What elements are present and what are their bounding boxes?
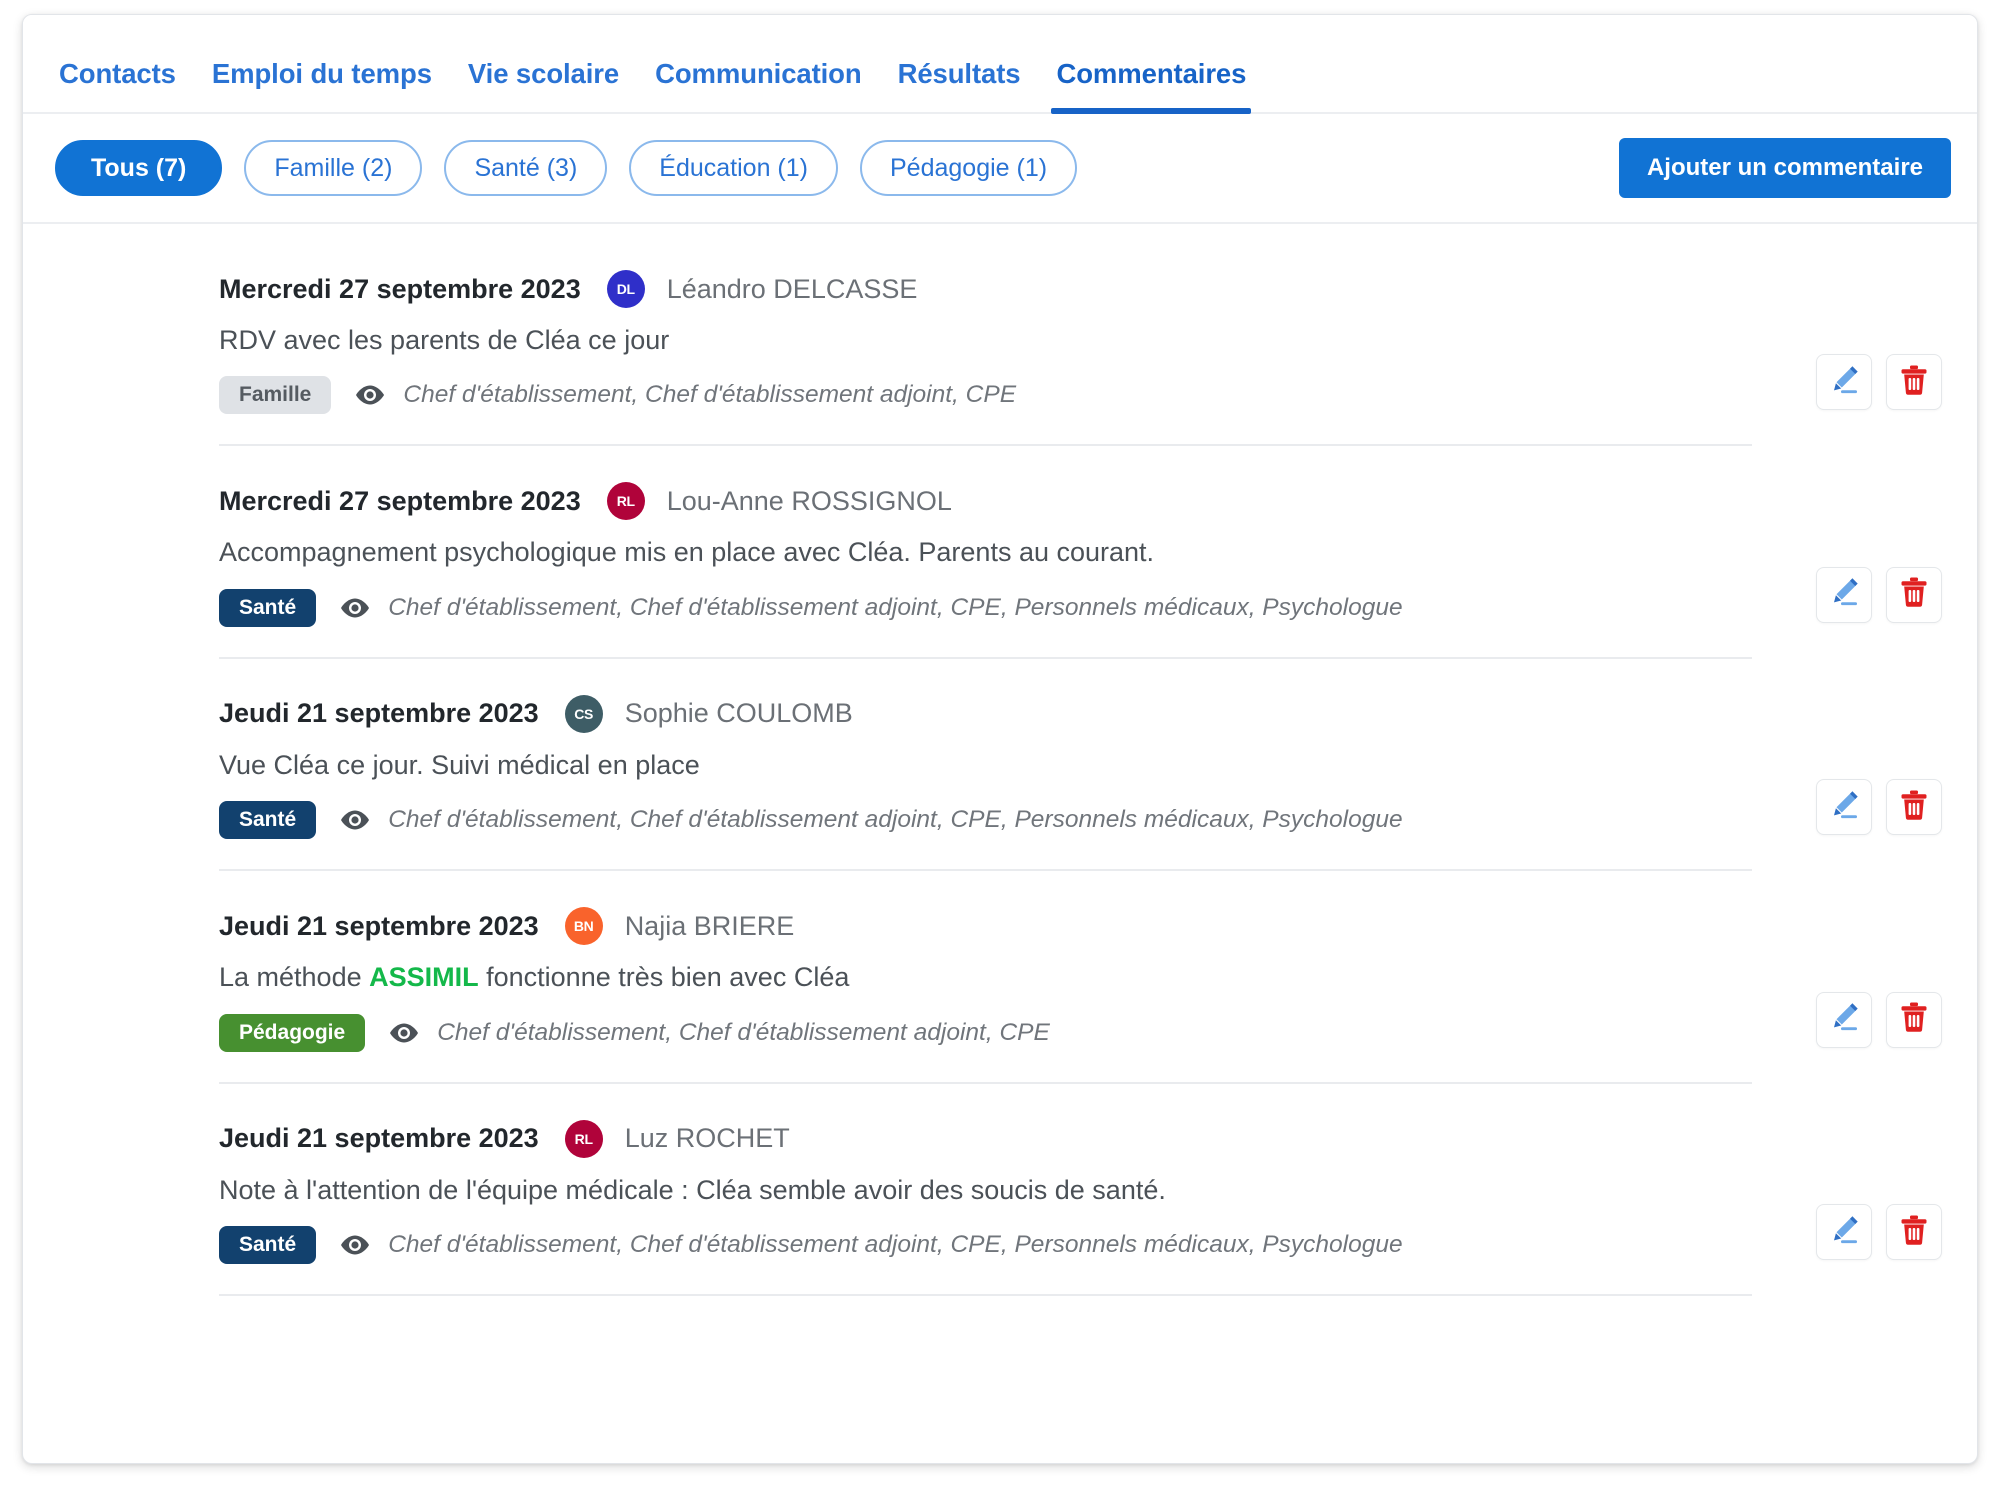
comment-header: Jeudi 21 septembre 2023 BN Najia BRIERE bbox=[219, 907, 1752, 946]
category-badge: Famille bbox=[219, 376, 332, 415]
filter-chip-famille[interactable]: Famille (2) bbox=[244, 140, 423, 196]
comment-meta: Santé Chef d'établissement, Chef d'établi… bbox=[219, 1226, 1752, 1265]
comment-author: Najia BRIERE bbox=[624, 910, 795, 941]
delete-comment-button[interactable] bbox=[1886, 779, 1942, 836]
nav-tab-contacts[interactable]: Contacts bbox=[41, 58, 194, 112]
add-comment-button[interactable]: Ajouter un commentaire bbox=[1618, 138, 1951, 198]
comment-body: Vue Cléa ce jour. Suivi médical en place bbox=[219, 749, 700, 780]
pencil-icon bbox=[1828, 364, 1860, 401]
comment-header: Jeudi 21 septembre 2023 CS Sophie COULOMB bbox=[219, 694, 1752, 733]
trash-icon bbox=[1899, 364, 1929, 401]
category-badge: Pédagogie bbox=[219, 1013, 366, 1052]
comment-body: La méthode ASSIMIL fonctionne très bien … bbox=[219, 959, 1752, 995]
delete-comment-button[interactable] bbox=[1886, 1204, 1942, 1261]
comment-meta: Pédagogie Chef d'établissement, Chef d'ét… bbox=[219, 1013, 1752, 1052]
filter-chip-éducation[interactable]: Éducation (1) bbox=[629, 140, 838, 196]
comment-item: Jeudi 21 septembre 2023 CS Sophie COULOMB V… bbox=[219, 659, 1942, 872]
delete-comment-button[interactable] bbox=[1886, 991, 1942, 1048]
comment-item: Jeudi 21 septembre 2023 BN Najia BRIERE La … bbox=[219, 871, 1942, 1084]
comment-header: Mercredi 27 septembre 2023 RL Lou-Anne ROS… bbox=[219, 482, 1752, 521]
comment-header: Mercredi 27 septembre 2023 DL Léandro DELC… bbox=[219, 270, 1752, 308]
comment-item: Mercredi 27 septembre 2023 DL Léandro DELC… bbox=[219, 224, 1942, 447]
eye-icon bbox=[389, 1022, 419, 1044]
category-badge: Santé bbox=[219, 588, 317, 627]
avatar: BN bbox=[564, 907, 603, 946]
nav-tab-r-sultats[interactable]: Résultats bbox=[880, 58, 1039, 112]
comment-item: Jeudi 21 septembre 2023 RL Luz ROCHET Note … bbox=[219, 1084, 1942, 1297]
trash-icon bbox=[1899, 1214, 1929, 1251]
comment-body: Note à l'attention de l'équipe médicale … bbox=[219, 1174, 1166, 1205]
comment-date: Mercredi 27 septembre 2023 bbox=[219, 485, 581, 516]
edit-comment-button[interactable] bbox=[1816, 991, 1872, 1048]
delete-comment-button[interactable] bbox=[1886, 354, 1942, 411]
comment-date: Jeudi 21 septembre 2023 bbox=[219, 910, 539, 941]
avatar: RL bbox=[606, 482, 645, 521]
edit-comment-button[interactable] bbox=[1816, 354, 1872, 411]
trash-icon bbox=[1899, 789, 1929, 826]
comment-body-after: fonctionne très bien avec Cléa bbox=[478, 962, 850, 993]
filter-toolbar: Tous (7) Famille (2) Santé (3) Éducation (1… bbox=[23, 114, 1977, 224]
comment-actions bbox=[1816, 1204, 1942, 1261]
comment-actions bbox=[1816, 566, 1942, 623]
comment-date: Mercredi 27 septembre 2023 bbox=[219, 273, 581, 304]
avatar: CS bbox=[564, 694, 603, 733]
comment-actions bbox=[1816, 354, 1942, 411]
edit-comment-button[interactable] bbox=[1816, 566, 1872, 623]
delete-comment-button[interactable] bbox=[1886, 566, 1942, 623]
comment-actions bbox=[1816, 779, 1942, 836]
comments-list: Mercredi 27 septembre 2023 DL Léandro DELC… bbox=[23, 224, 1977, 1297]
category-filter-chips: Tous (7) Famille (2) Santé (3) Éducation (1… bbox=[55, 140, 1619, 196]
filter-chip-santé[interactable]: Santé (3) bbox=[444, 140, 608, 196]
comment-body-highlight: ASSIMIL bbox=[369, 962, 479, 993]
pencil-icon bbox=[1828, 1214, 1860, 1251]
comment-author: Léandro DELCASSE bbox=[666, 273, 918, 304]
comment-body-before: La méthode bbox=[219, 962, 370, 993]
comment-meta: Santé Chef d'établissement, Chef d'établi… bbox=[219, 588, 1752, 627]
nav-tab-emploi-du-temps[interactable]: Emploi du temps bbox=[194, 58, 450, 112]
category-badge: Santé bbox=[219, 1226, 317, 1265]
comment-body: RDV avec les parents de Cléa ce jour bbox=[219, 325, 670, 355]
avatar: RL bbox=[564, 1119, 603, 1158]
eye-icon bbox=[340, 1234, 370, 1256]
comments-panel: Contacts Emploi du temps Vie scolaire Commu… bbox=[22, 14, 1978, 1464]
nav-tab-communication[interactable]: Communication bbox=[637, 58, 879, 112]
comment-author: Luz ROCHET bbox=[624, 1123, 790, 1154]
comment-visibility-list: Chef d'établissement, Chef d'établisseme… bbox=[403, 381, 1017, 409]
filter-chip-tous[interactable]: Tous (7) bbox=[55, 140, 223, 196]
comment-body: Accompagnement psychologique mis en plac… bbox=[219, 537, 1155, 568]
comment-visibility-list: Chef d'établissement, Chef d'établisseme… bbox=[388, 593, 1403, 621]
eye-icon bbox=[340, 597, 370, 619]
comment-meta: Famille Chef d'établissement, Chef d'étab… bbox=[219, 376, 1752, 415]
comment-author: Lou-Anne ROSSIGNOL bbox=[666, 485, 952, 516]
comment-visibility-list: Chef d'établissement, Chef d'établisseme… bbox=[388, 1231, 1403, 1259]
pencil-icon bbox=[1828, 1001, 1860, 1038]
eye-icon bbox=[355, 384, 385, 406]
main-navigation: Contacts Emploi du temps Vie scolaire Commu… bbox=[23, 15, 1977, 114]
comment-date: Jeudi 21 septembre 2023 bbox=[219, 698, 539, 729]
pencil-icon bbox=[1828, 576, 1860, 613]
comment-visibility-list: Chef d'établissement, Chef d'établisseme… bbox=[437, 1018, 1050, 1046]
comment-date: Jeudi 21 septembre 2023 bbox=[219, 1123, 539, 1154]
edit-comment-button[interactable] bbox=[1816, 1204, 1872, 1261]
comment-visibility-list: Chef d'établissement, Chef d'établisseme… bbox=[388, 806, 1403, 834]
category-badge: Santé bbox=[219, 801, 317, 840]
trash-icon bbox=[1899, 1001, 1929, 1038]
comment-header: Jeudi 21 septembre 2023 RL Luz ROCHET bbox=[219, 1119, 1752, 1158]
comment-meta: Santé Chef d'établissement, Chef d'établi… bbox=[219, 801, 1752, 840]
comment-author: Sophie COULOMB bbox=[624, 698, 853, 729]
filter-chip-pédagogie[interactable]: Pédagogie (1) bbox=[860, 140, 1078, 196]
nav-tab-vie-scolaire[interactable]: Vie scolaire bbox=[450, 58, 637, 112]
eye-icon bbox=[340, 809, 370, 831]
pencil-icon bbox=[1828, 789, 1860, 826]
avatar: DL bbox=[606, 270, 645, 308]
comment-item: Mercredi 27 septembre 2023 RL Lou-Anne ROS… bbox=[219, 446, 1942, 659]
edit-comment-button[interactable] bbox=[1816, 779, 1872, 836]
comment-actions bbox=[1816, 991, 1942, 1048]
trash-icon bbox=[1899, 576, 1929, 613]
nav-tab-commentaires[interactable]: Commentaires bbox=[1038, 58, 1264, 114]
